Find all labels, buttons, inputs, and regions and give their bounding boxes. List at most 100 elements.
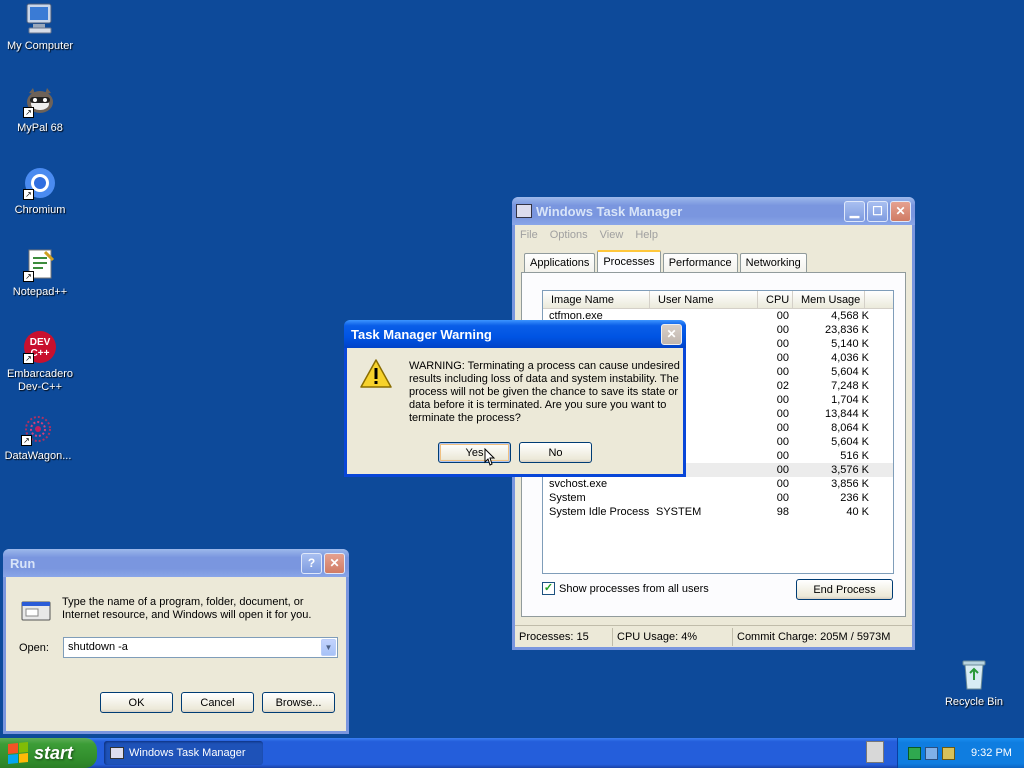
process-mem-cell: 5,604 K — [831, 436, 869, 448]
process-row[interactable]: svchost.exe 00 3,856 K — [543, 477, 893, 491]
warning-dialog-titlebar[interactable]: Task Manager Warning ✕ — [344, 320, 686, 348]
desktop-icon-label: DataWagon... — [4, 450, 72, 462]
process-mem-cell: 5,604 K — [831, 366, 869, 378]
desktop-icon-notepadpp[interactable]: ↗ Notepad++ — [0, 248, 80, 299]
desktop-icon-recycle-bin[interactable]: Recycle Bin — [934, 658, 1014, 709]
help-button[interactable]: ? — [301, 552, 322, 574]
network-icon[interactable] — [925, 746, 938, 760]
close-icon: ✕ — [895, 204, 906, 218]
shortcut-arrow-icon: ↗ — [23, 271, 34, 282]
run-open-input[interactable]: shutdown -a ▼ — [63, 637, 338, 658]
tab-applications[interactable]: Applications — [524, 253, 596, 272]
end-process-button[interactable]: End Process — [796, 579, 893, 600]
process-cpu-cell: 00 — [776, 478, 789, 490]
ok-button[interactable]: OK — [100, 692, 173, 713]
tab-performance[interactable]: Performance — [662, 253, 738, 272]
column-mem-usage[interactable]: Mem Usage — [793, 291, 865, 308]
process-row[interactable]: System 00 236 K — [543, 491, 893, 505]
process-image-name-cell: System — [549, 492, 586, 504]
shortcut-arrow-icon: ↗ — [23, 107, 34, 118]
process-cpu-cell: 00 — [776, 422, 789, 434]
volume-icon[interactable] — [942, 746, 955, 760]
process-cpu-cell: 00 — [776, 436, 789, 448]
keyboard-icon[interactable] — [866, 741, 884, 763]
tray-green-icon[interactable] — [908, 746, 921, 760]
task-manager-title: Windows Task Manager — [536, 203, 683, 219]
menu-file[interactable]: File — [520, 229, 538, 241]
process-mem-cell: 4,036 K — [831, 352, 869, 364]
close-button[interactable]: ✕ — [890, 200, 911, 222]
datawagon-icon: ↗ — [21, 412, 55, 446]
svg-text:DEV: DEV — [30, 337, 51, 348]
run-titlebar[interactable]: Run ? ✕ — [3, 549, 349, 577]
cancel-button[interactable]: Cancel — [181, 692, 254, 713]
process-image-name-cell: svchost.exe — [549, 478, 608, 490]
maximize-icon: ☐ — [872, 204, 883, 218]
run-open-value: shutdown -a — [68, 641, 128, 653]
desktop-icon-chromium[interactable]: ↗ Chromium — [0, 166, 80, 217]
menu-help[interactable]: Help — [635, 229, 658, 241]
devcpp-icon: DEV C++ ↗ — [23, 330, 57, 364]
yes-button[interactable]: Yes — [438, 442, 511, 463]
desktop-icon-label: Embarcadero Dev-C++ — [6, 368, 74, 393]
recycle-bin-icon — [957, 658, 991, 692]
maximize-button[interactable]: ☐ — [867, 200, 888, 222]
mouse-cursor-icon — [484, 448, 496, 466]
status-cpu-usage: CPU Usage: 4% — [613, 627, 733, 646]
tab-processes[interactable]: Processes — [597, 250, 661, 272]
tab-networking[interactable]: Networking — [739, 253, 807, 272]
task-manager-statusbar: Processes: 15 CPU Usage: 4% Commit Charg… — [515, 625, 912, 647]
taskbar: start Windows Task Manager 9:32 PM — [0, 738, 1024, 768]
clock[interactable]: 9:32 PM — [971, 747, 1012, 759]
process-mem-cell: 3,856 K — [831, 478, 869, 490]
desktop-icon-mypal[interactable]: ↗ MyPal 68 — [0, 84, 80, 135]
warning-dialog: Task Manager Warning ✕ WARNING: Terminat… — [344, 320, 686, 477]
help-icon: ? — [307, 556, 316, 570]
process-mem-cell: 40 K — [846, 506, 869, 518]
process-row[interactable]: System Idle Process SYSTEM 98 40 K — [543, 505, 893, 519]
process-mem-cell: 516 K — [840, 450, 869, 462]
desktop-icon-datawagon[interactable]: ↗ DataWagon... — [0, 412, 78, 463]
process-cpu-cell: 00 — [776, 310, 789, 322]
desktop-icon-label: Recycle Bin — [944, 696, 1004, 708]
desktop-icon-label: My Computer — [6, 40, 74, 52]
show-all-users-option[interactable]: ✓ Show processes from all users — [542, 582, 709, 595]
column-cpu[interactable]: CPU — [758, 291, 793, 308]
no-button[interactable]: No — [519, 442, 592, 463]
chromium-icon: ↗ — [23, 166, 57, 200]
minimize-button[interactable]: ▁ — [844, 200, 865, 222]
process-user-name-cell: SYSTEM — [656, 506, 702, 518]
task-manager-titlebar[interactable]: Windows Task Manager ▁ ☐ ✕ — [512, 197, 915, 225]
warning-close-button[interactable]: ✕ — [661, 323, 682, 345]
desktop-icon-devcpp[interactable]: DEV C++ ↗ Embarcadero Dev-C++ — [0, 330, 80, 394]
menu-options[interactable]: Options — [550, 229, 588, 241]
my-computer-icon — [23, 2, 57, 36]
process-user-name-cell — [650, 477, 758, 491]
process-mem-cell: 1,704 K — [831, 394, 869, 406]
desktop-icon-my-computer[interactable]: My Computer — [0, 2, 80, 53]
shortcut-arrow-icon: ↗ — [21, 435, 32, 446]
chevron-down-icon: ▼ — [324, 643, 333, 652]
process-image-name-cell: System Idle Process — [549, 506, 650, 518]
process-mem-cell: 13,844 K — [824, 408, 869, 420]
show-all-users-checkbox[interactable]: ✓ — [542, 582, 555, 595]
process-mem-cell: 4,568 K — [831, 310, 869, 322]
system-tray: 9:32 PM — [897, 738, 1024, 768]
column-user-name[interactable]: User Name — [650, 291, 758, 308]
start-button[interactable]: start — [0, 738, 97, 768]
process-cpu-cell: 00 — [776, 338, 789, 350]
run-close-button[interactable]: ✕ — [324, 552, 345, 574]
menu-view[interactable]: View — [600, 229, 624, 241]
browse-button[interactable]: Browse... — [262, 692, 335, 713]
close-icon: ✕ — [666, 327, 677, 341]
column-image-name[interactable]: Image Name — [543, 291, 650, 308]
run-dropdown-button[interactable]: ▼ — [321, 639, 336, 656]
task-manager-menubar: File Options View Help — [515, 225, 912, 245]
warning-message: WARNING: Terminating a process can cause… — [409, 360, 680, 424]
process-cpu-cell: 00 — [776, 352, 789, 364]
run-title: Run — [10, 555, 36, 571]
process-cpu-cell: 00 — [776, 492, 789, 504]
process-mem-cell: 7,248 K — [831, 380, 869, 392]
process-cpu-cell: 02 — [776, 380, 789, 392]
taskbar-task-manager-button[interactable]: Windows Task Manager — [104, 741, 263, 765]
